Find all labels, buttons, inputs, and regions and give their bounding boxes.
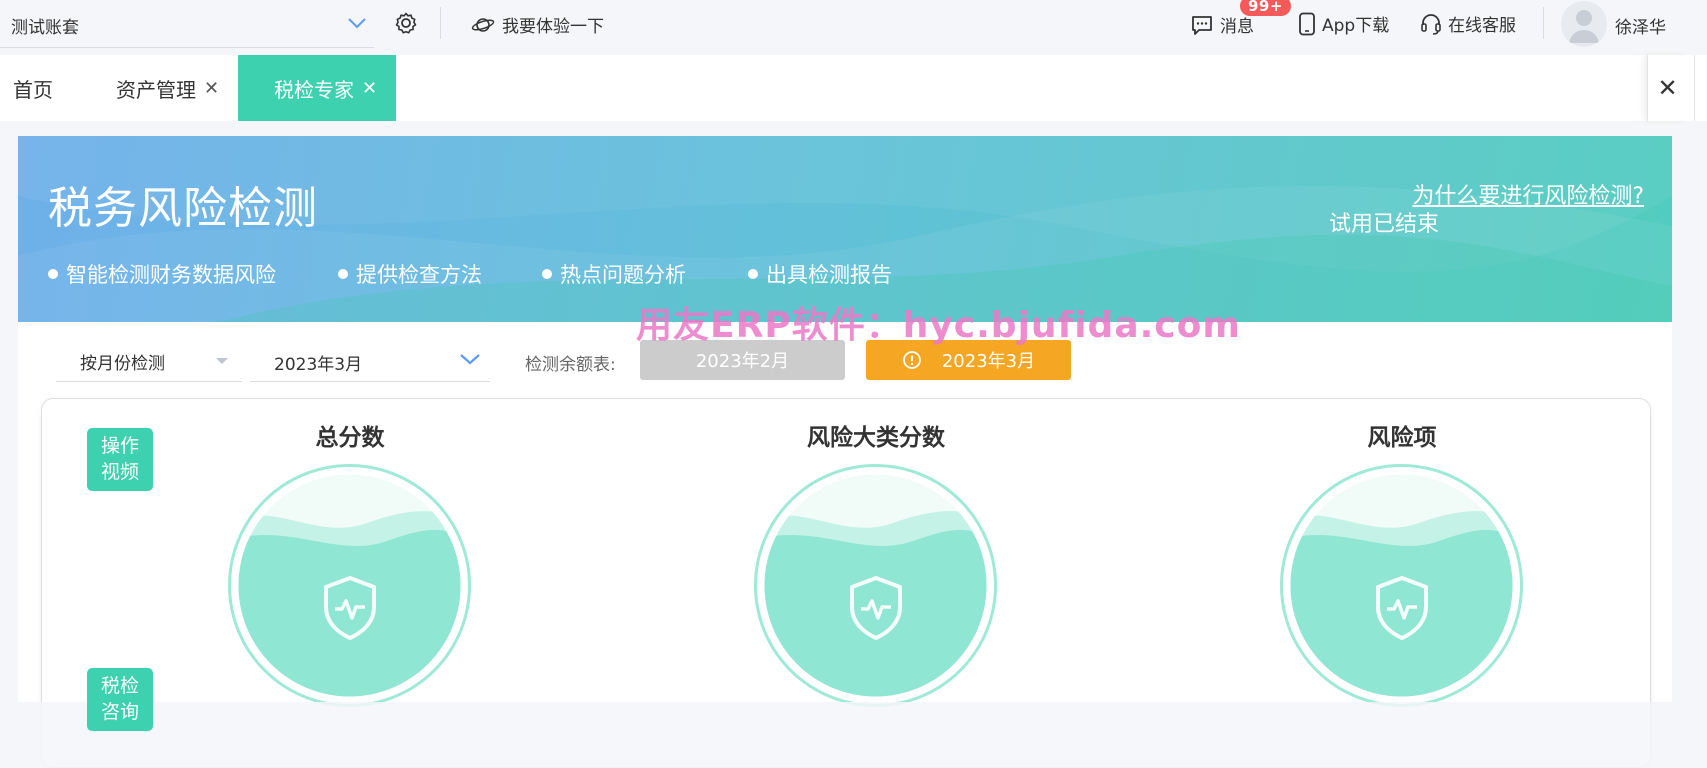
- bullet-icon: [748, 269, 758, 279]
- close-icon: ✕: [1657, 74, 1678, 102]
- metric-title-total-score: 总分数: [315, 425, 385, 451]
- bullet-icon: [338, 269, 348, 279]
- try-experience-link[interactable]: 我要体验一下: [471, 12, 604, 37]
- divider: [1543, 7, 1544, 39]
- trial-status: 试用已结束: [1329, 212, 1440, 237]
- why-risk-check-link[interactable]: 为什么要进行风险检测?: [1412, 178, 1644, 210]
- tab-label: 首页: [13, 77, 53, 102]
- close-all-tabs-button[interactable]: ✕: [1647, 55, 1687, 121]
- account-selector[interactable]: 测试账套: [0, 0, 374, 48]
- chat-icon: [1192, 15, 1212, 35]
- tab-tax-expert[interactable]: 税检专家 ✕: [238, 55, 396, 121]
- app-download-button[interactable]: App下载: [1298, 11, 1389, 36]
- online-service-button[interactable]: 在线客服: [1420, 11, 1516, 36]
- online-service-label: 在线客服: [1448, 16, 1516, 36]
- top-bar: 测试账套 我要体验一下 消息 99+ App下载 在线客服 徐泽华: [0, 0, 1707, 48]
- metric-title-risk-items: 风险项: [1367, 425, 1437, 451]
- bullet-icon: [48, 269, 58, 279]
- feature-label: 提供检查方法: [356, 263, 482, 287]
- total-score-gauge: [228, 464, 471, 707]
- warning-icon: [902, 351, 921, 369]
- detection-mode-select[interactable]: 按月份检测: [56, 340, 242, 382]
- month-button-label: 2023年3月: [941, 351, 1036, 372]
- user-name[interactable]: 徐泽华: [1615, 13, 1666, 38]
- feature-item: 出具检测报告: [748, 259, 892, 289]
- close-icon[interactable]: ✕: [204, 78, 219, 99]
- feature-item: 热点问题分析: [542, 259, 686, 289]
- divider: [440, 7, 441, 39]
- feature-item: 提供检查方法: [338, 259, 482, 289]
- operation-video-button[interactable]: 操作 视频: [87, 428, 153, 491]
- quota-label: 检测余额表:: [525, 355, 616, 375]
- planet-icon: [471, 17, 495, 32]
- chevron-down-icon: [348, 18, 366, 29]
- messages-button[interactable]: 消息: [1190, 12, 1254, 37]
- caret-down-icon: [216, 358, 228, 364]
- page-background: [0, 702, 1707, 768]
- tab-label: 资产管理: [116, 77, 196, 102]
- page-title: 税务风险检测: [48, 183, 318, 234]
- metric-title-category-score: 风险大类分数: [807, 425, 945, 451]
- period-value: 2023年3月: [274, 355, 363, 375]
- risk-items-gauge: [1280, 464, 1523, 707]
- period-select[interactable]: 2023年3月: [250, 340, 490, 382]
- app-download-label: App下载: [1322, 16, 1390, 36]
- tab-asset-management[interactable]: 资产管理 ✕: [116, 55, 219, 121]
- feature-label: 智能检测财务数据风险: [66, 263, 276, 287]
- month-button-label: 2023年2月: [695, 351, 790, 372]
- tab-home[interactable]: 首页: [13, 55, 53, 121]
- user-icon: [1569, 10, 1599, 43]
- tab-scroll-edge: [1694, 55, 1707, 121]
- headset-icon: [1421, 13, 1441, 35]
- feature-item: 智能检测财务数据风险: [48, 259, 276, 289]
- category-score-gauge: [754, 464, 997, 707]
- avatar[interactable]: [1561, 1, 1607, 47]
- tab-label: 税检专家: [274, 77, 354, 102]
- bullet-icon: [542, 269, 552, 279]
- tax-consult-button[interactable]: 税检 咨询: [87, 668, 153, 731]
- banner: 税务风险检测 为什么要进行风险检测? 试用已结束 智能检测财务数据风险 提供检查…: [18, 136, 1672, 322]
- feature-label: 热点问题分析: [560, 263, 686, 287]
- message-count-badge: 99+: [1240, 0, 1291, 16]
- tab-bar: 首页 资产管理 ✕ 税检专家 ✕ ✕: [0, 55, 1707, 121]
- account-name: 测试账套: [11, 18, 79, 38]
- detection-mode-value: 按月份检测: [80, 354, 165, 374]
- feature-label: 出具检测报告: [766, 263, 892, 287]
- phone-icon: [1299, 12, 1315, 35]
- close-icon[interactable]: ✕: [362, 78, 377, 99]
- gear-icon[interactable]: [394, 11, 418, 35]
- watermark: 用友ERP软件：hyc.bjufida.com: [636, 305, 1241, 346]
- try-experience-label: 我要体验一下: [502, 17, 604, 37]
- chevron-down-icon: [460, 354, 480, 365]
